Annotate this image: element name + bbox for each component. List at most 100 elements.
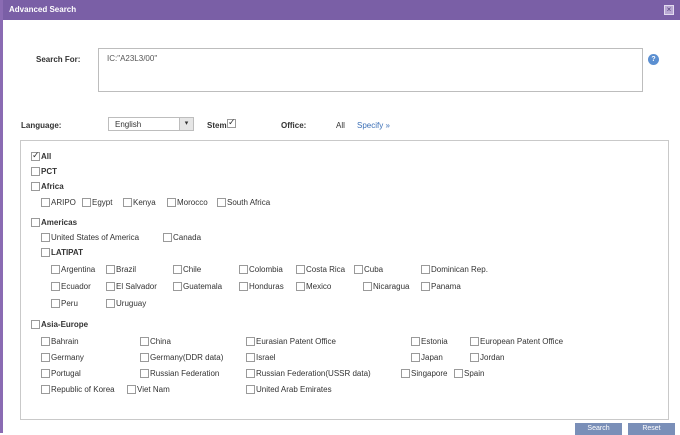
office-item-colombia[interactable]: Colombia <box>239 265 283 275</box>
office-item-el-salvador[interactable]: El Salvador <box>106 282 157 292</box>
office-checkbox[interactable] <box>51 282 60 292</box>
office-checkbox[interactable] <box>140 353 149 363</box>
office-item-nicaragua[interactable]: Nicaragua <box>363 282 409 292</box>
stem-checkbox[interactable] <box>227 117 236 128</box>
search-button[interactable]: Search <box>575 423 622 435</box>
office-checkbox[interactable] <box>106 299 115 309</box>
office-checkbox[interactable] <box>246 385 255 395</box>
office-checkbox[interactable] <box>296 265 305 275</box>
office-checkbox[interactable] <box>470 337 479 347</box>
office-checkbox[interactable] <box>106 282 115 292</box>
office-checkbox[interactable] <box>41 369 50 379</box>
office-item-korea[interactable]: Republic of Korea <box>41 385 115 395</box>
office-item-estonia[interactable]: Estonia <box>411 337 448 347</box>
office-checkbox[interactable] <box>454 369 463 379</box>
office-checkbox[interactable] <box>411 353 420 363</box>
office-item-jordan[interactable]: Jordan <box>470 353 504 363</box>
office-item-china[interactable]: China <box>140 337 171 347</box>
help-icon[interactable]: ? <box>648 54 659 65</box>
office-checkbox[interactable] <box>470 353 479 363</box>
search-input[interactable]: IC:"A23L3/00" <box>98 48 643 92</box>
office-checkbox[interactable] <box>173 282 182 292</box>
office-checkbox[interactable] <box>41 385 50 395</box>
office-item-vietnam[interactable]: Viet Nam <box>127 385 170 395</box>
office-checkbox[interactable] <box>41 248 50 258</box>
office-checkbox[interactable] <box>41 353 50 363</box>
office-checkbox[interactable] <box>239 282 248 292</box>
office-checkbox[interactable] <box>421 265 430 275</box>
office-item-argentina[interactable]: Argentina <box>51 265 95 275</box>
office-item-japan[interactable]: Japan <box>411 353 443 363</box>
office-checkbox[interactable] <box>217 198 226 208</box>
office-item-pct[interactable]: PCT <box>31 167 57 177</box>
office-checkbox[interactable] <box>123 198 132 208</box>
office-checkbox[interactable] <box>140 337 149 347</box>
language-select[interactable]: English ▾ <box>108 117 194 131</box>
office-checkbox[interactable] <box>31 218 40 228</box>
office-checkbox[interactable] <box>173 265 182 275</box>
office-checkbox[interactable] <box>31 182 40 192</box>
office-checkbox[interactable] <box>411 337 420 347</box>
close-icon[interactable]: × <box>664 5 674 15</box>
office-item-portugal[interactable]: Portugal <box>41 369 81 379</box>
office-item-chile[interactable]: Chile <box>173 265 201 275</box>
office-checkbox[interactable] <box>363 282 372 292</box>
office-item-mexico[interactable]: Mexico <box>296 282 331 292</box>
office-checkbox[interactable] <box>106 265 115 275</box>
office-checkbox[interactable] <box>354 265 363 275</box>
office-item-cuba[interactable]: Cuba <box>354 265 383 275</box>
office-item-epo[interactable]: European Patent Office <box>470 337 563 347</box>
office-item-bahrain[interactable]: Bahrain <box>41 337 79 347</box>
chevron-down-icon[interactable]: ▾ <box>179 118 193 130</box>
office-item-ecuador[interactable]: Ecuador <box>51 282 91 292</box>
office-item-russia[interactable]: Russian Federation <box>140 369 219 379</box>
office-item-peru[interactable]: Peru <box>51 299 78 309</box>
office-checkbox[interactable] <box>401 369 410 379</box>
office-checkbox[interactable] <box>296 282 305 292</box>
office-item-dominican-rep[interactable]: Dominican Rep. <box>421 265 488 275</box>
office-checkbox[interactable] <box>246 369 255 379</box>
office-item-morocco[interactable]: Morocco <box>167 198 208 208</box>
office-item-costa-rica[interactable]: Costa Rica <box>296 265 345 275</box>
office-checkbox[interactable] <box>31 167 40 177</box>
office-checkbox[interactable] <box>82 198 91 208</box>
office-checkbox[interactable] <box>127 385 136 395</box>
office-item-singapore[interactable]: Singapore <box>401 369 447 379</box>
office-item-uruguay[interactable]: Uruguay <box>106 299 146 309</box>
office-checkbox[interactable] <box>31 320 40 330</box>
specify-link[interactable]: Specify » <box>357 121 390 130</box>
office-item-honduras[interactable]: Honduras <box>239 282 284 292</box>
office-item-egypt[interactable]: Egypt <box>82 198 112 208</box>
office-checkbox[interactable] <box>41 198 50 208</box>
reset-button[interactable]: Reset <box>628 423 675 435</box>
office-item-spain[interactable]: Spain <box>454 369 484 379</box>
office-item-germany[interactable]: Germany <box>41 353 84 363</box>
office-item-guatemala[interactable]: Guatemala <box>173 282 222 292</box>
office-item-south-africa[interactable]: South Africa <box>217 198 270 208</box>
office-item-brazil[interactable]: Brazil <box>106 265 136 275</box>
office-item-israel[interactable]: Israel <box>246 353 276 363</box>
office-checkbox[interactable] <box>41 233 50 243</box>
office-item-panama[interactable]: Panama <box>421 282 461 292</box>
office-item-eurasian[interactable]: Eurasian Patent Office <box>246 337 336 347</box>
office-item-latipat[interactable]: LATIPAT <box>41 248 83 258</box>
office-checkbox[interactable] <box>167 198 176 208</box>
office-item-kenya[interactable]: Kenya <box>123 198 156 208</box>
office-item-all[interactable]: All <box>31 150 51 162</box>
office-checkbox[interactable] <box>246 353 255 363</box>
office-checkbox[interactable] <box>163 233 172 243</box>
office-checkbox[interactable] <box>51 299 60 309</box>
office-checkbox[interactable] <box>246 337 255 347</box>
office-item-germany-ddr[interactable]: Germany(DDR data) <box>140 353 223 363</box>
office-item-africa[interactable]: Africa <box>31 182 64 192</box>
office-item-russia-ussr[interactable]: Russian Federation(USSR data) <box>246 369 371 379</box>
office-item-usa[interactable]: United States of America <box>41 233 139 243</box>
office-checkbox[interactable] <box>140 369 149 379</box>
office-checkbox[interactable] <box>51 265 60 275</box>
office-item-americas[interactable]: Americas <box>31 218 77 228</box>
office-item-aripo[interactable]: ARIPO <box>41 198 76 208</box>
office-checkbox[interactable] <box>421 282 430 292</box>
office-item-asia-europe[interactable]: Asia-Europe <box>31 320 88 330</box>
office-item-uae[interactable]: United Arab Emirates <box>246 385 332 395</box>
office-checkbox[interactable] <box>31 150 40 162</box>
